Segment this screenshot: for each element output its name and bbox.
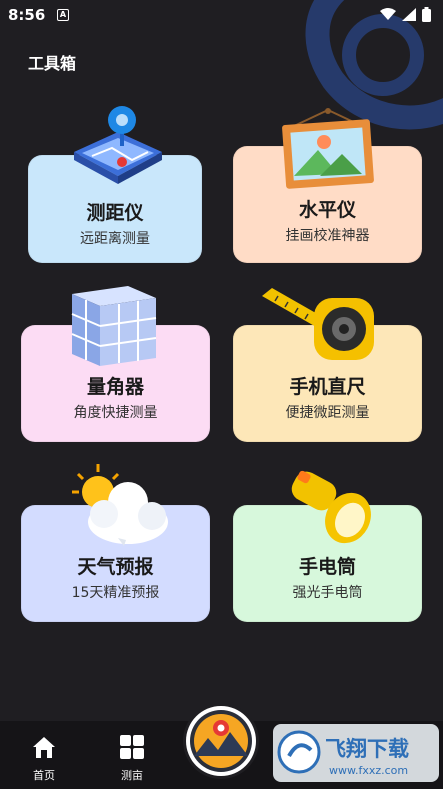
tool-desc: 15天精准预报 bbox=[71, 585, 160, 601]
tool-desc: 挂画校准神器 bbox=[285, 228, 370, 244]
status-bar: 8:56 A bbox=[0, 0, 443, 30]
map-pin-icon bbox=[74, 106, 162, 184]
page-title: 工具箱 bbox=[28, 54, 77, 73]
mountain-location-icon bbox=[190, 710, 252, 772]
tool-name: 手机直尺 bbox=[289, 376, 366, 398]
tool-name: 测距仪 bbox=[86, 202, 144, 224]
wifi-icon bbox=[380, 8, 396, 20]
tool-name: 天气预报 bbox=[77, 556, 154, 578]
picture-frame-icon bbox=[282, 108, 374, 189]
tab-label: 首页 bbox=[33, 769, 55, 782]
tool-desc: 角度快捷测量 bbox=[73, 405, 158, 421]
battery-icon bbox=[422, 7, 431, 22]
flashlight-icon bbox=[291, 470, 371, 544]
tool-name: 量角器 bbox=[86, 376, 144, 398]
weather-icon bbox=[72, 464, 168, 546]
tool-name: 水平仪 bbox=[298, 199, 356, 221]
notification-icon: A bbox=[57, 9, 69, 21]
center-action-button[interactable] bbox=[186, 706, 256, 776]
tool-desc: 便捷微距测量 bbox=[285, 405, 370, 421]
tape-measure-icon bbox=[262, 288, 374, 360]
grid-icon bbox=[120, 735, 144, 759]
home-icon bbox=[33, 737, 55, 758]
svg-text:飞翔下载: 飞翔下载 bbox=[325, 737, 409, 761]
cube-icon bbox=[71, 286, 157, 366]
tab-label: 测亩 bbox=[121, 769, 143, 782]
tab-home[interactable]: 首页 bbox=[14, 735, 74, 783]
tool-desc: 远距离测量 bbox=[80, 231, 150, 247]
tool-name: 手电筒 bbox=[298, 556, 356, 578]
watermark-logo: 飞翔下载 www.fxxz.com bbox=[273, 722, 439, 784]
svg-text:www.fxxz.com: www.fxxz.com bbox=[329, 764, 408, 777]
tool-desc: 强光手电筒 bbox=[292, 585, 363, 601]
status-time: 8:56 bbox=[8, 6, 46, 24]
signal-icon bbox=[402, 8, 416, 21]
tab-measure-area[interactable]: 测亩 bbox=[102, 735, 162, 783]
